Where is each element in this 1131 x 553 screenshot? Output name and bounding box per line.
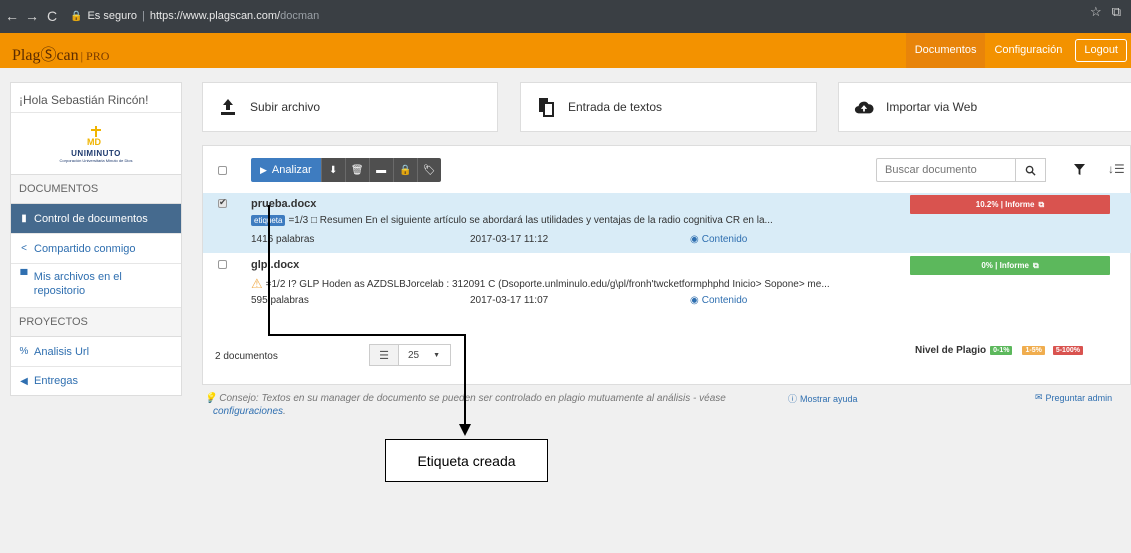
connector-arrowhead (459, 424, 471, 436)
annotation-callout: Etiqueta creada (385, 439, 548, 482)
annotation-connector (268, 205, 471, 436)
connector-line (268, 205, 466, 428)
